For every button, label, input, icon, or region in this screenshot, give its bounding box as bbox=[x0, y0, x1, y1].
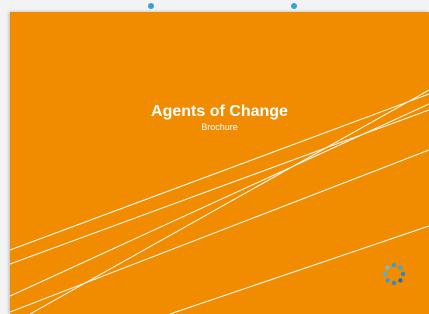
selection-handle-icon[interactable] bbox=[148, 3, 154, 9]
circular-dots-logo-icon bbox=[382, 262, 406, 286]
selection-handle-icon[interactable] bbox=[291, 3, 297, 9]
slide[interactable]: Agents of Change Brochure bbox=[10, 12, 429, 314]
decorative-lines bbox=[10, 89, 429, 314]
editor-canvas: Agents of Change Brochure bbox=[0, 0, 429, 314]
slide-subtitle: Brochure bbox=[201, 122, 238, 132]
slide-title: Agents of Change bbox=[151, 103, 288, 120]
